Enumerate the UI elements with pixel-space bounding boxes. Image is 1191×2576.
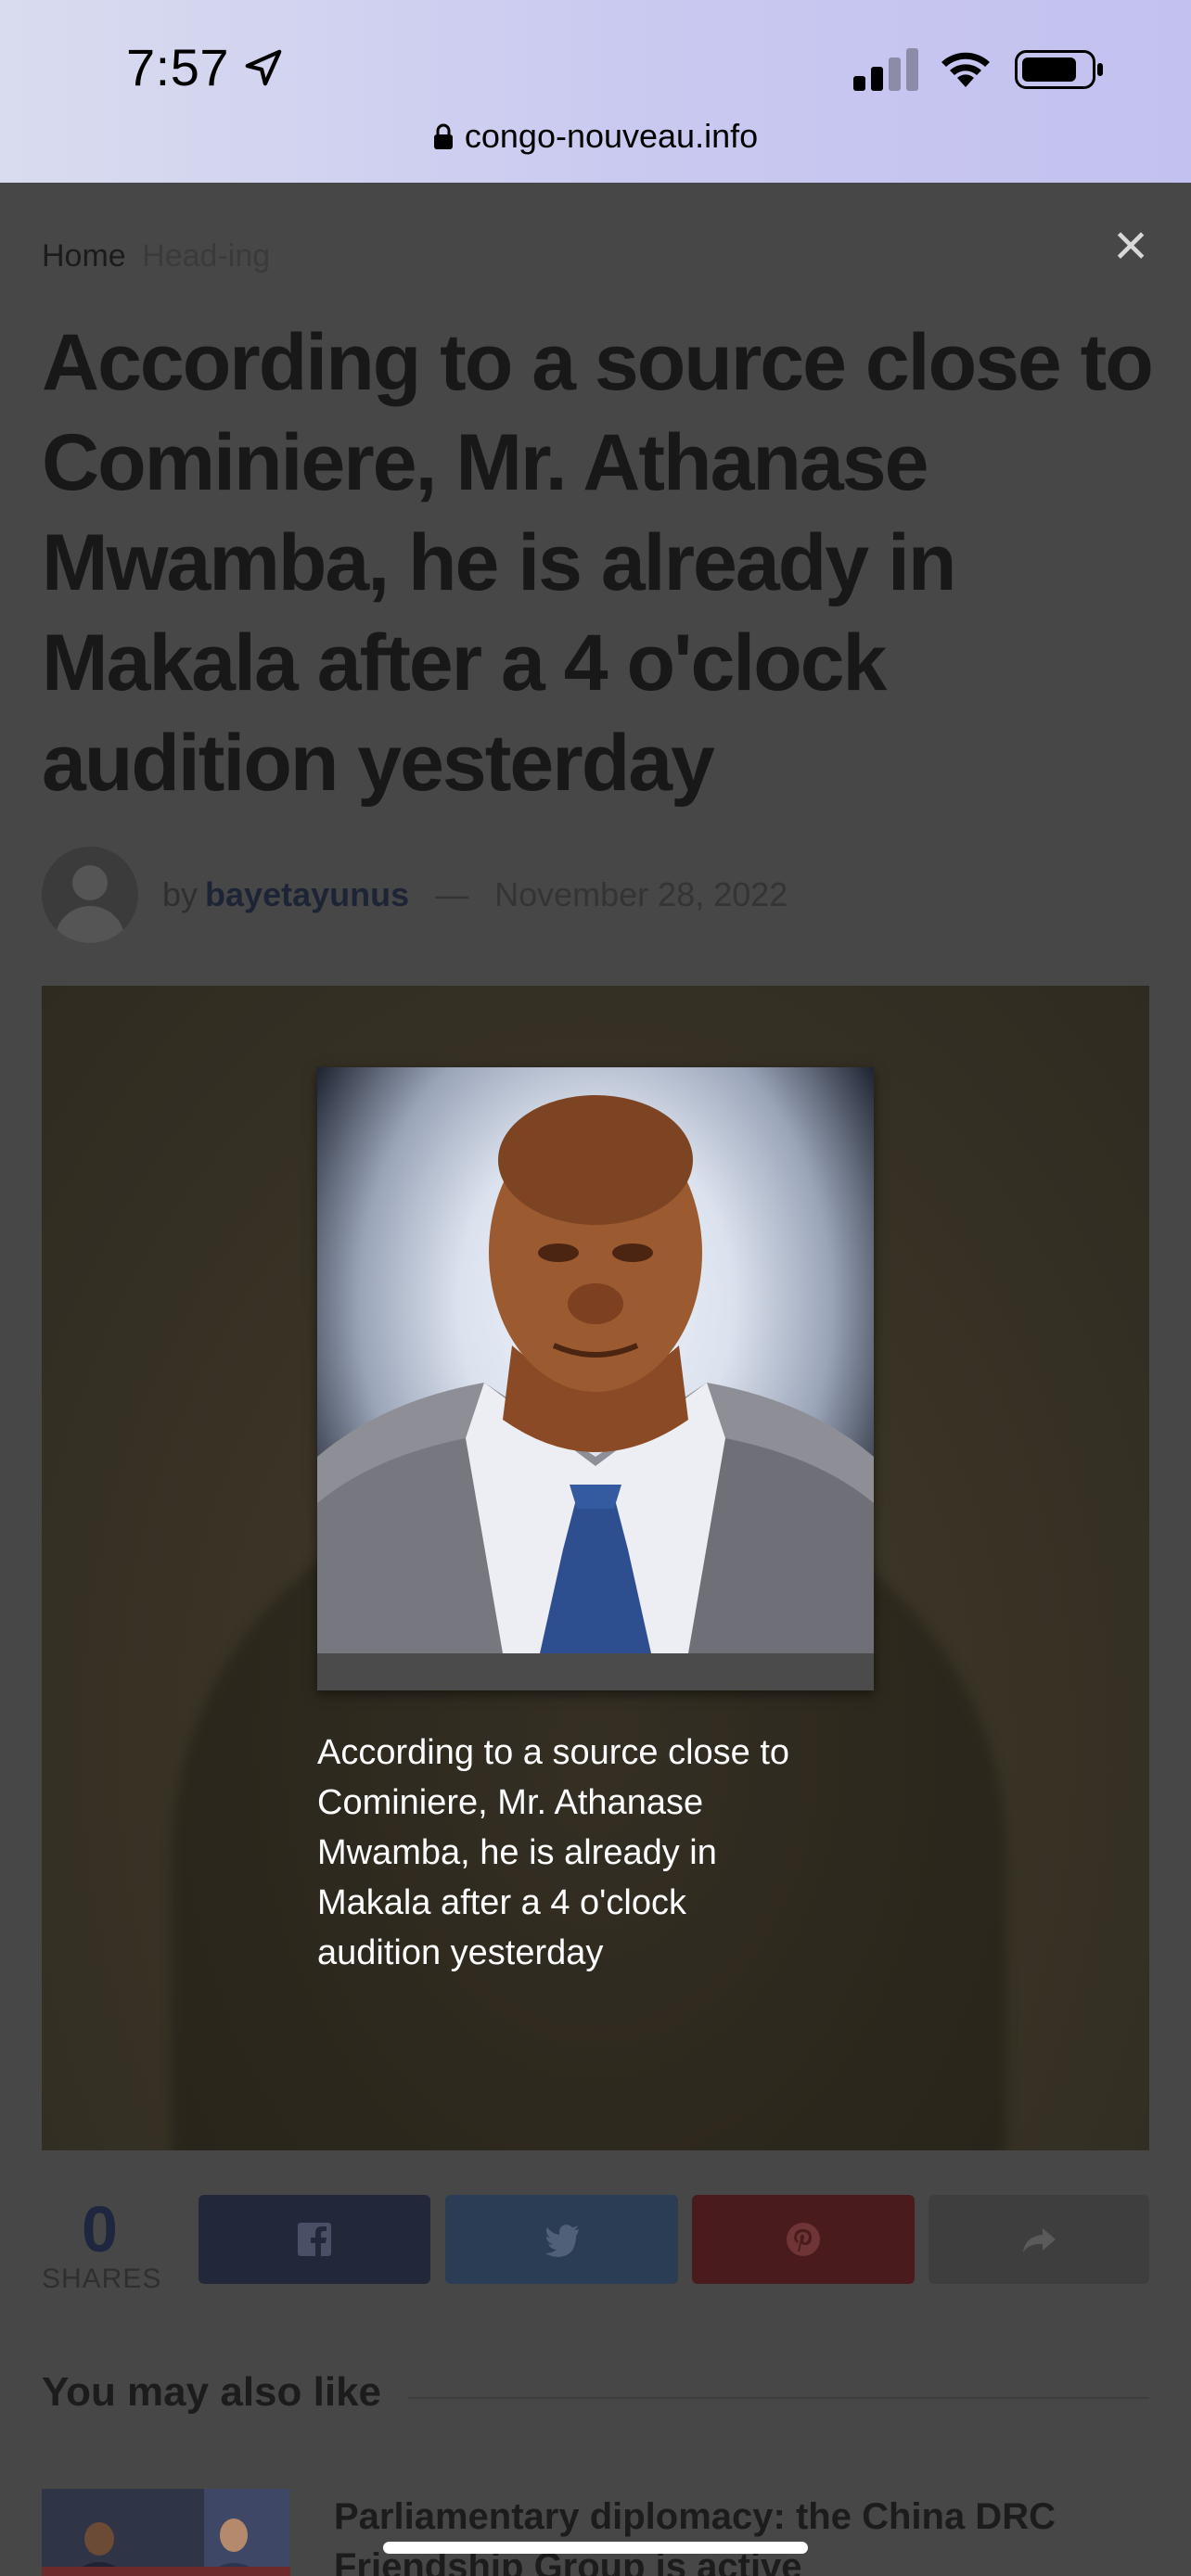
- share-count-label: SHARES: [42, 2264, 162, 2294]
- status-time: 7:57: [126, 37, 285, 97]
- home-indicator[interactable]: [383, 2542, 808, 2554]
- url-text: congo-nouveau.info: [464, 117, 759, 155]
- more-share-button[interactable]: [928, 2195, 1149, 2284]
- article-headline: According to a source close to Cominiere…: [42, 318, 1154, 808]
- portrait-illustration: [317, 1095, 874, 1653]
- share-icon: [1023, 2228, 1056, 2252]
- photo-card[interactable]: [317, 1067, 874, 1690]
- article-page: Home Head-ing × According to a source cl…: [0, 183, 1191, 2576]
- related-heading: You may also like: [42, 2369, 382, 2415]
- wifi-icon: [941, 52, 990, 87]
- facebook-share-button[interactable]: [198, 2195, 430, 2284]
- cellular-signal-icon: [853, 48, 918, 91]
- pinterest-share-button[interactable]: [692, 2195, 915, 2284]
- featured-image-lightbox[interactable]: According to a source close to Cominiere…: [42, 986, 1149, 2150]
- breadcrumb-home-link[interactable]: Home: [42, 238, 126, 274]
- twitter-icon: [544, 2225, 579, 2257]
- related-item-title[interactable]: Parliamentary diplomacy: the China DRC F…: [334, 2492, 1150, 2576]
- share-count: 0: [82, 2193, 118, 2265]
- pinterest-icon: [787, 2223, 820, 2256]
- share-counter: 0 SHARES: [42, 2193, 162, 2295]
- related-thumbnail-image: [42, 2489, 290, 2576]
- by-label: by: [162, 875, 198, 913]
- byline-separator: —: [435, 875, 469, 913]
- location-arrow-icon: [245, 49, 282, 85]
- publish-date: November 28, 2022: [494, 875, 788, 913]
- browser-top-bar: 7:57 congo-nouveau.info: [0, 0, 1191, 183]
- clock-text: 7:57: [126, 38, 229, 96]
- byline: by bayetayunus — November 28, 2022: [42, 847, 788, 943]
- lock-icon: [433, 123, 453, 149]
- battery-icon: [1015, 50, 1103, 89]
- related-divider: [408, 2397, 1149, 2399]
- author-link[interactable]: bayetayunus: [205, 875, 409, 914]
- address-bar[interactable]: congo-nouveau.info: [0, 117, 1191, 156]
- breadcrumb: Home Head-ing: [42, 238, 270, 274]
- close-icon[interactable]: ×: [1106, 215, 1156, 274]
- portrait-photo: [317, 1067, 874, 1653]
- avatar[interactable]: [42, 847, 138, 943]
- twitter-share-button[interactable]: [445, 2195, 678, 2284]
- image-caption: According to a source close to Cominiere…: [317, 1733, 790, 1972]
- related-thumbnail[interactable]: [42, 2489, 290, 2576]
- facebook-icon: [298, 2223, 331, 2256]
- breadcrumb-current[interactable]: Head-ing: [142, 238, 270, 274]
